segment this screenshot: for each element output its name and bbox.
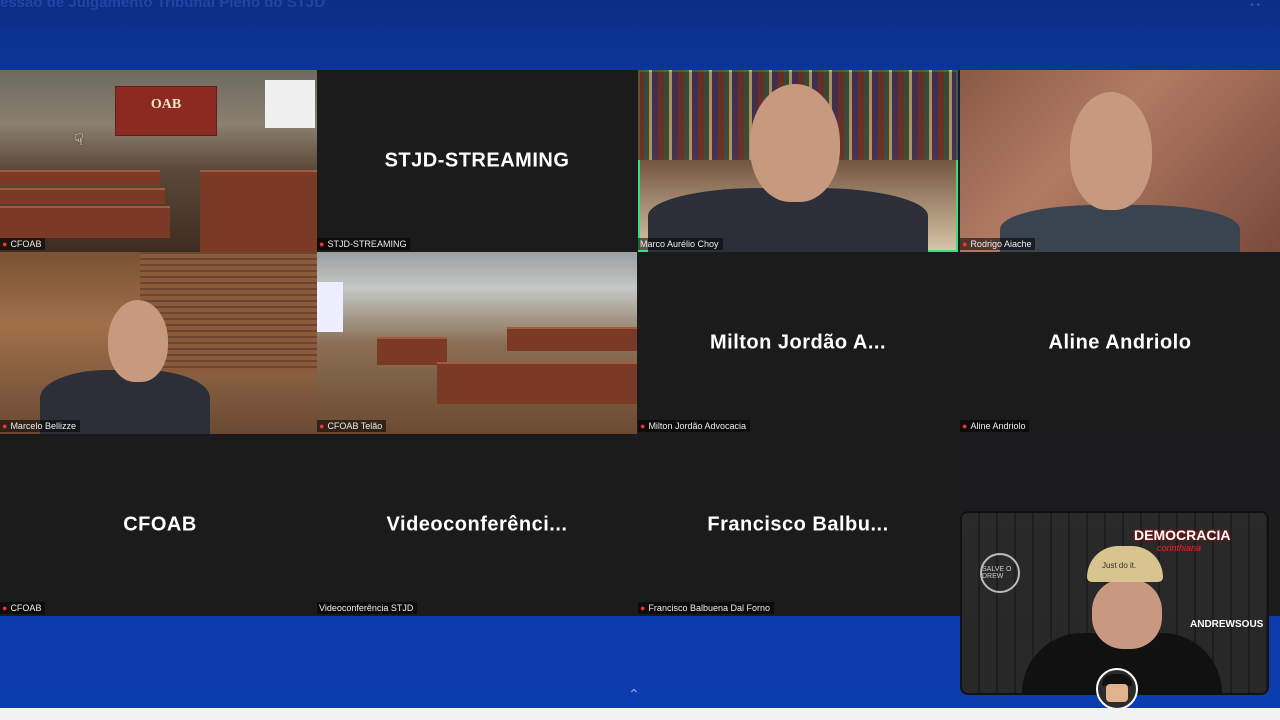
participant-label: ● Marcelo Bellizze [0, 420, 80, 432]
corinthiana-banner: corinthiana [1157, 543, 1202, 553]
chevron-up-icon[interactable]: ⌃ [628, 686, 640, 703]
participant-label: ● Aline Andriolo [960, 420, 1030, 432]
video-tile-francisco-balbuena[interactable]: Francisco Balbu... ● Francisco Balbuena D… [638, 434, 958, 616]
window-controls[interactable]: • • [1250, 0, 1260, 11]
cap-text: Just do it. [1102, 561, 1137, 570]
table [437, 362, 637, 404]
participant-label: ● CFOAB Telão [317, 420, 387, 432]
oab-sign: OAB [115, 86, 217, 136]
video-tile-cfoab-telao[interactable]: ● CFOAB Telão [317, 252, 637, 434]
video-tile-videoconferencia[interactable]: Videoconferênci... Videoconferência STJD [317, 434, 637, 616]
mic-muted-icon: ● [640, 603, 646, 613]
participant-label: ● Francisco Balbuena Dal Forno [638, 602, 774, 614]
mic-muted-icon: ● [962, 421, 968, 431]
streamer-face [1092, 579, 1162, 649]
top-bar: essão de Julgamento Tribunal Pleno do ST… [0, 0, 1280, 70]
video-tile-marco-aurelio[interactable]: Marco Aurélio Choy [638, 70, 958, 252]
table [200, 170, 320, 252]
hand-cursor-icon: ☟ [74, 132, 84, 149]
meeting-title: essão de Julgamento Tribunal Pleno do ST… [0, 0, 326, 11]
mic-muted-icon: ● [2, 421, 8, 431]
mic-muted-icon: ● [962, 239, 968, 249]
mic-muted-icon: ● [2, 603, 8, 613]
video-tile-rodrigo-aiache[interactable]: ● Rodrigo Aiache [960, 70, 1280, 252]
participant-display-name: Videoconferênci... [386, 513, 568, 536]
video-tile-cfoab[interactable]: CFOAB ● CFOAB [0, 434, 320, 616]
channel-handle: ANDREWSOUS [1190, 619, 1264, 630]
video-tile-stjd-streaming[interactable]: STJD-STREAMING ● STJD-STREAMING [317, 70, 637, 252]
participant-label: ● Milton Jordão Advocacia [638, 420, 750, 432]
participant-label: Marco Aurélio Choy [638, 238, 723, 250]
video-tile-marcelo-bellizze[interactable]: ● Marcelo Bellizze [0, 252, 320, 434]
person-face [750, 84, 840, 202]
video-tile-cfoab-room[interactable]: OAB ● CFOAB [0, 70, 320, 252]
participant-label: ● CFOAB [0, 238, 46, 250]
table [0, 170, 160, 186]
person-face [1070, 92, 1152, 210]
projection-screen [265, 80, 315, 128]
person-face [108, 300, 168, 382]
participant-label: ● Rodrigo Aiache [960, 238, 1036, 250]
participant-display-name: Aline Andriolo [1048, 331, 1192, 354]
participant-label: ● STJD-STREAMING [317, 238, 411, 250]
mic-muted-icon: ● [640, 421, 646, 431]
participant-display-name: CFOAB [123, 513, 197, 536]
table [0, 206, 170, 238]
cartoon-avatar-icon [1096, 668, 1138, 710]
projection-screen [317, 282, 343, 332]
person-body [1000, 205, 1240, 252]
participant-display-name: STJD-STREAMING [384, 149, 570, 172]
table [377, 337, 447, 365]
democracia-banner: DEMOCRACIA [1134, 527, 1231, 543]
streamer-webcam-overlay: SALVE O DREW DEMOCRACIA corinthiana Just… [962, 513, 1267, 693]
participant-display-name: Milton Jordão A... [709, 331, 887, 354]
mic-muted-icon: ● [2, 239, 8, 249]
table [0, 188, 165, 204]
table [507, 327, 637, 351]
mic-muted-icon: ● [319, 239, 325, 249]
channel-badge: SALVE O DREW [980, 553, 1020, 593]
participant-label: Videoconferência STJD [317, 602, 418, 614]
participant-display-name: Francisco Balbu... [707, 513, 889, 536]
participant-label: ● CFOAB [0, 602, 46, 614]
video-tile-milton-jordao[interactable]: Milton Jordão A... ● Milton Jordão Advoca… [638, 252, 958, 434]
bottom-bar [0, 708, 1280, 720]
video-tile-aline-andriolo[interactable]: Aline Andriolo ● Aline Andriolo [960, 252, 1280, 434]
mic-muted-icon: ● [319, 421, 325, 431]
avatar-face [1106, 684, 1128, 702]
